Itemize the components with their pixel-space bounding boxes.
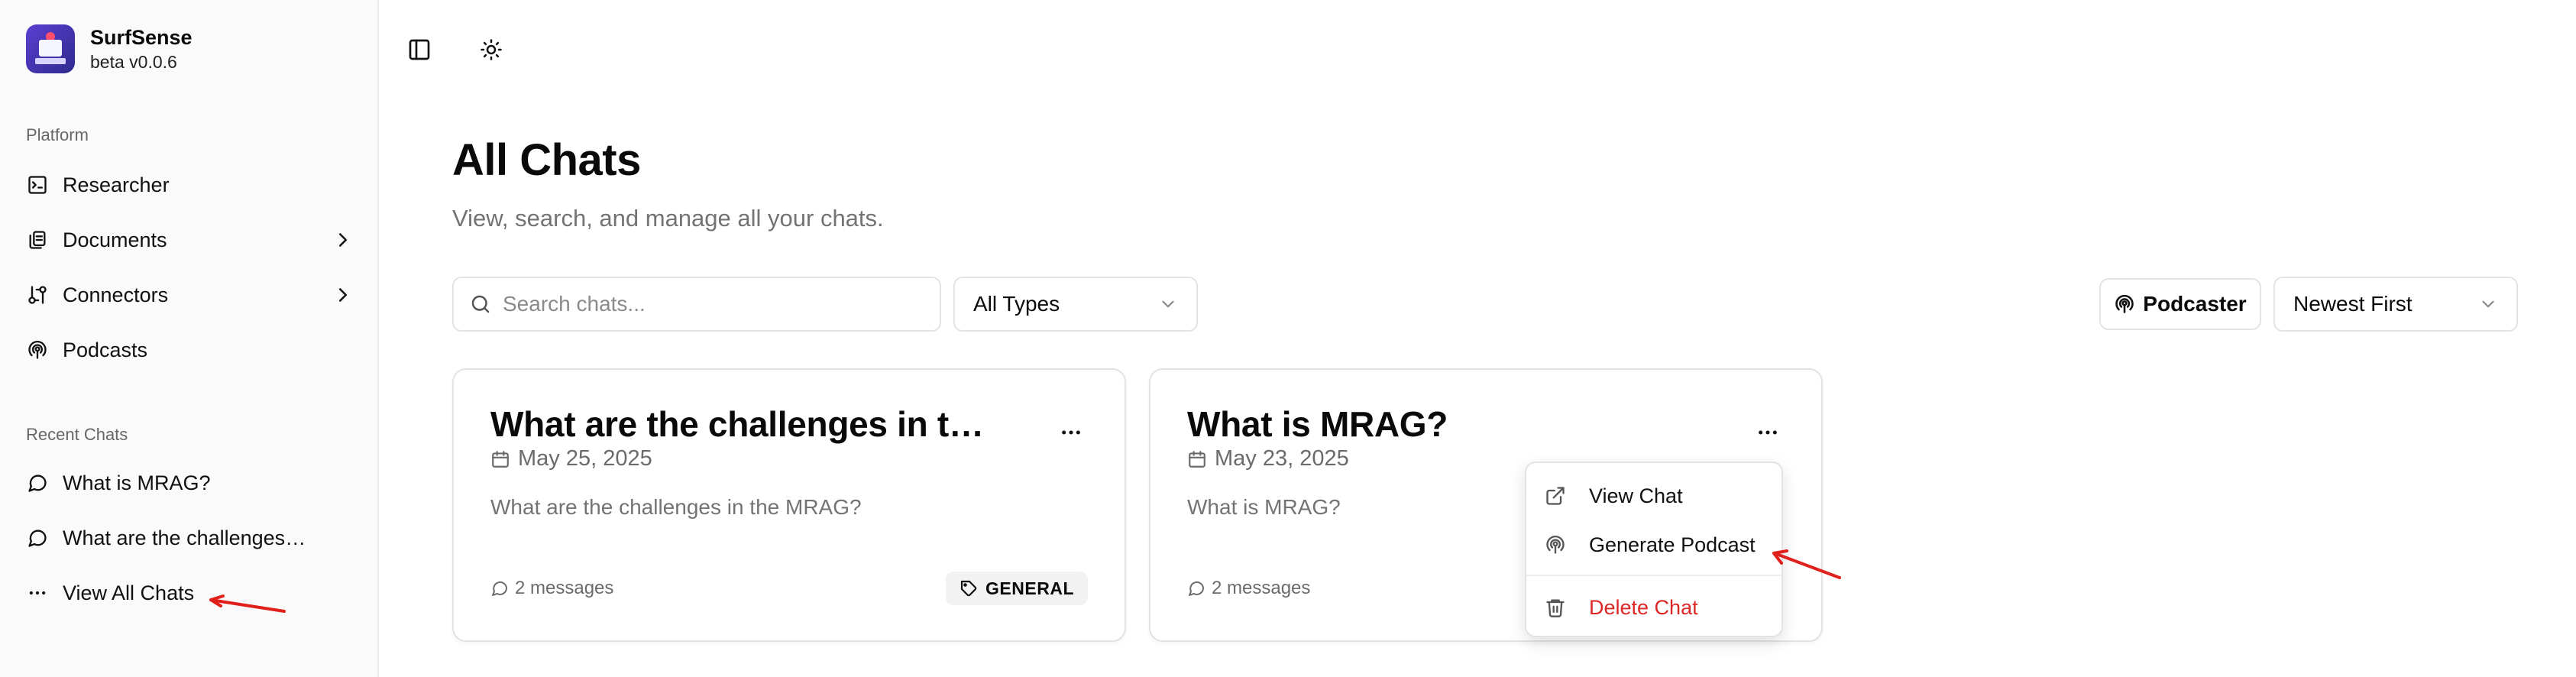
chevron-right-icon	[339, 233, 347, 247]
annotation-arrow-icon	[1772, 549, 1841, 579]
chat-card-message-count: 2 messages	[1187, 578, 1310, 599]
more-options-button[interactable]	[1751, 416, 1785, 449]
connectors-icon	[26, 283, 49, 306]
search-box[interactable]	[452, 277, 941, 332]
sidebar-item-connectors[interactable]: Connectors	[26, 274, 354, 316]
tag-icon	[960, 580, 977, 597]
chat-card-title: What are the challenges in the MRAG?	[490, 404, 995, 444]
brand-version: beta v0.0.6	[90, 52, 177, 72]
calendar-icon	[1189, 450, 1205, 468]
recent-chat-label: What are the challenges in the MRAG?	[63, 526, 307, 549]
sun-icon	[481, 39, 502, 60]
more-horizontal-icon	[26, 581, 49, 604]
trash-icon	[1546, 599, 1565, 617]
more-horizontal-icon	[1062, 430, 1080, 435]
sidebar-item-label: Podcasts	[63, 338, 148, 361]
calendar-icon	[492, 450, 509, 468]
sort-value: Newest First	[2293, 292, 2413, 316]
chat-card-message-count: 2 messages	[490, 578, 613, 599]
delete-chat-menu-item[interactable]: Delete Chat	[1526, 585, 1782, 630]
sidebar-item-label: Connectors	[63, 283, 169, 306]
chat-context-menu: View Chat Generate Podcast Delete Chat	[1525, 462, 1783, 637]
external-link-icon	[1546, 487, 1565, 505]
terminal-icon	[26, 173, 49, 196]
sidebar-item-podcasts[interactable]: Podcasts	[26, 329, 354, 371]
type-filter-value: All Types	[973, 292, 1060, 316]
chevron-right-icon	[339, 288, 347, 302]
recent-chat-item[interactable]: What are the challenges in the MRAG?	[26, 517, 354, 559]
menu-divider	[1526, 575, 1782, 576]
type-filter-select[interactable]: All Types	[953, 277, 1198, 332]
chat-card-date: May 23, 2025	[1187, 446, 1349, 471]
page-subtitle: View, search, and manage all your chats.	[452, 205, 884, 232]
message-circle-icon	[1189, 581, 1205, 596]
sort-select[interactable]: Newest First	[2273, 277, 2518, 332]
view-chat-menu-item[interactable]: View Chat	[1526, 474, 1782, 518]
view-all-chats-label: View All Chats	[63, 581, 195, 604]
sidebar-item-documents[interactable]: Documents	[26, 219, 354, 261]
page-title: All Chats	[452, 135, 641, 185]
search-input[interactable]	[503, 292, 930, 316]
platform-section-label: Platform	[26, 125, 89, 144]
chat-card[interactable]: What are the challenges in the MRAG? May…	[452, 368, 1126, 642]
annotation-arrow-icon	[209, 594, 286, 613]
sidebar: SurfSense beta v0.0.6 Platform Researche…	[0, 0, 379, 677]
surfsense-logo	[26, 24, 75, 73]
chevron-down-icon	[2482, 300, 2494, 308]
podcaster-label: Podcaster	[2143, 292, 2247, 316]
sidebar-item-label: Documents	[63, 228, 167, 251]
podcaster-button[interactable]: Podcaster	[2099, 278, 2261, 330]
message-circle-icon	[26, 471, 49, 494]
search-icon	[471, 295, 490, 313]
podcast-icon	[1546, 536, 1565, 554]
podcast-icon	[26, 338, 49, 361]
recent-chats-label: Recent Chats	[26, 425, 128, 444]
sidebar-item-researcher[interactable]: Researcher	[26, 164, 354, 206]
chat-card-preview: What are the challenges in the MRAG?	[490, 495, 862, 519]
chat-card-title: What is MRAG?	[1187, 404, 1448, 444]
toggle-sidebar-button[interactable]	[403, 34, 435, 66]
view-all-chats-link[interactable]: View All Chats	[26, 572, 354, 614]
theme-toggle-button[interactable]	[475, 34, 507, 66]
recent-chat-item[interactable]: What is MRAG?	[26, 462, 354, 504]
chat-card-preview: What is MRAG?	[1187, 495, 1341, 519]
panel-left-icon	[409, 39, 430, 60]
chevron-down-icon	[1162, 300, 1174, 308]
recent-chat-label: What is MRAG?	[63, 471, 211, 494]
more-options-button[interactable]	[1054, 416, 1088, 449]
brand-name: SurfSense	[90, 26, 193, 49]
more-horizontal-icon	[1759, 430, 1777, 435]
generate-podcast-menu-item[interactable]: Generate Podcast	[1526, 523, 1782, 567]
message-circle-icon	[26, 526, 49, 549]
podcast-icon	[2115, 294, 2134, 313]
sidebar-item-label: Researcher	[63, 173, 170, 196]
brand[interactable]: SurfSense beta v0.0.6	[26, 24, 193, 73]
message-circle-icon	[492, 581, 508, 596]
chat-card-date: May 25, 2025	[490, 446, 652, 471]
documents-icon	[26, 228, 49, 251]
chat-type-badge: GENERAL	[946, 572, 1088, 605]
